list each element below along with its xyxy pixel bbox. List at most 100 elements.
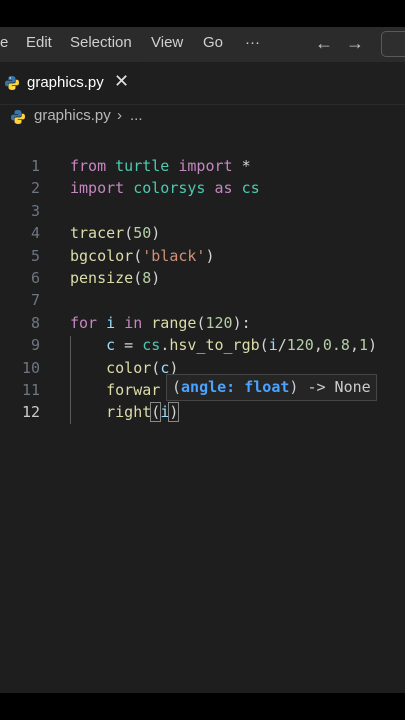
code-token: ): [368, 336, 378, 355]
code-text: right(i): [70, 401, 180, 423]
code-line[interactable]: 6 pensize(8): [0, 267, 405, 289]
code-token: c: [106, 336, 116, 355]
code-line[interactable]: 1 from turtle import *: [0, 155, 405, 177]
more-menu-icon[interactable]: ···: [245, 34, 260, 51]
line-number: 2: [30, 179, 40, 198]
breadcrumb-file[interactable]: graphics.py: [34, 107, 111, 124]
code-token: ): [151, 224, 161, 243]
line-number: 7: [30, 291, 40, 310]
title-bar: e Edit Selection View Go ··· ← →: [0, 27, 405, 62]
code-line[interactable]: 5 bgcolor('black'): [0, 245, 405, 267]
menu-file[interactable]: e: [0, 34, 8, 51]
python-file-icon: [11, 110, 25, 124]
code-token: (: [151, 358, 161, 377]
breadcrumb-symbols[interactable]: ...: [130, 107, 143, 124]
code-token: hsv_to_rgb: [169, 336, 260, 355]
code-token: 0.8: [322, 336, 350, 355]
code-token: (: [133, 246, 143, 265]
code-token: cs: [241, 179, 260, 198]
code-line[interactable]: 2 import colorsys as cs: [0, 177, 405, 199]
code-token: as: [214, 179, 233, 198]
code-line[interactable]: 7: [0, 289, 405, 311]
signature-help-popup: (angle: float) -> None: [166, 374, 377, 401]
code-line[interactable]: 4 tracer(50): [0, 222, 405, 244]
code-token: right: [106, 403, 152, 422]
code-line[interactable]: 3: [0, 200, 405, 222]
code-token: forwar: [106, 381, 161, 399]
line-number: 9: [30, 336, 40, 355]
code-token: import: [70, 179, 125, 198]
code-line[interactable]: 9 c = cs.hsv_to_rgb(i/120,0.8,1): [0, 334, 405, 356]
code-token: ): [205, 246, 215, 265]
code-text: for i in range(120):: [70, 312, 251, 334]
line-number: 10: [21, 358, 40, 377]
menu-go[interactable]: Go: [203, 34, 223, 51]
code-token: .: [160, 336, 170, 355]
code-text: import colorsys as cs: [70, 177, 260, 199]
code-token: 120: [205, 313, 233, 332]
code-token: ): [151, 269, 161, 287]
code-editor[interactable]: 1 from turtle import * 2 import colorsys as…: [0, 128, 405, 693]
hint-open-paren: (: [172, 378, 182, 396]
back-arrow-icon[interactable]: ←: [315, 33, 333, 54]
line-number: 3: [30, 201, 40, 220]
menu-selection[interactable]: Selection: [70, 34, 132, 51]
hint-parameter: angle: float: [181, 378, 290, 396]
code-text: tracer(50): [70, 222, 160, 244]
line-number: 6: [30, 269, 40, 287]
code-text: bgcolor('black'): [70, 245, 215, 267]
line-number: 1: [30, 157, 40, 175]
code-text: color(c): [70, 357, 178, 379]
hint-return: ) -> None: [289, 378, 371, 396]
code-token: i: [160, 403, 170, 422]
code-token: colorsys: [133, 179, 206, 198]
code-token: in: [124, 313, 143, 332]
code-token: range: [151, 313, 197, 332]
tab-graphics-py[interactable]: graphics.py ✕: [0, 62, 140, 104]
breadcrumb-separator-icon: ›: [117, 107, 122, 124]
code-token: tracer: [70, 224, 125, 243]
code-token: (: [150, 402, 162, 423]
code-token: *: [232, 157, 251, 175]
code-token: ,: [349, 336, 359, 355]
line-number: 5: [30, 246, 40, 265]
menu-view[interactable]: View: [151, 34, 183, 51]
forward-arrow-icon[interactable]: →: [346, 33, 364, 54]
code-token: (: [124, 224, 134, 243]
code-token: bgcolor: [70, 246, 134, 265]
code-line[interactable]: 8 for i in range(120):: [0, 312, 405, 334]
code-text: c = cs.hsv_to_rgb(i/120,0.8,1): [70, 334, 377, 356]
code-token: (: [133, 269, 143, 287]
code-token: for: [70, 313, 98, 332]
code-token: /: [277, 336, 287, 355]
code-token: ): [168, 402, 180, 423]
line-number: 8: [30, 313, 40, 332]
line-number: 12: [21, 403, 40, 422]
code-token: ):: [232, 313, 251, 332]
tab-label: graphics.py: [27, 74, 104, 91]
close-tab-icon[interactable]: ✕: [114, 71, 129, 92]
code-token: from: [70, 157, 107, 175]
menu-edit[interactable]: Edit: [26, 34, 52, 51]
code-line[interactable]: 12 right(i): [0, 401, 405, 423]
command-center-search[interactable]: [381, 31, 405, 57]
code-text: forwar: [70, 379, 160, 401]
code-text: pensize(8): [70, 267, 160, 289]
code-token: ,: [313, 336, 323, 355]
line-number: 11: [21, 381, 40, 399]
code-token: cs: [142, 336, 161, 355]
code-token: =: [115, 336, 143, 355]
code-token: 8: [142, 269, 152, 287]
editor-window: e Edit Selection View Go ··· ← → graphic…: [0, 27, 405, 693]
code-token: 50: [133, 224, 152, 243]
code-token: turtle: [115, 157, 170, 175]
code-token: i: [106, 313, 116, 332]
